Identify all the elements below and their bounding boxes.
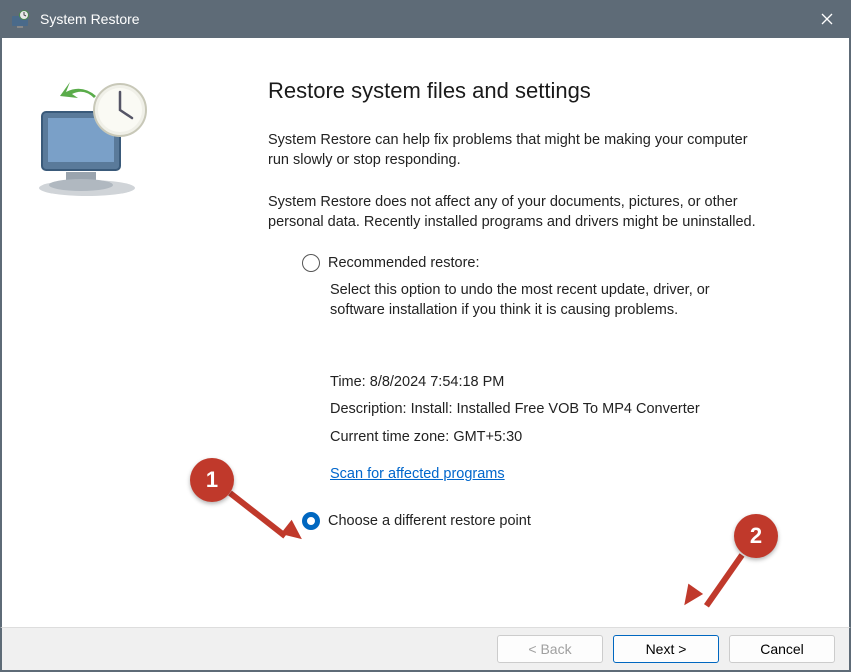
radio-choose-label: Choose a different restore point bbox=[328, 513, 531, 529]
titlebar: System Restore bbox=[0, 0, 851, 38]
radio-choose[interactable]: Choose a different restore point bbox=[302, 512, 759, 530]
radio-recommended[interactable]: Recommended restore: bbox=[302, 254, 759, 272]
window-title: System Restore bbox=[40, 11, 140, 27]
intro-2: System Restore does not affect any of yo… bbox=[268, 192, 759, 232]
restore-icon-small bbox=[10, 9, 30, 29]
meta-timezone: Current time zone: GMT+5:30 bbox=[330, 424, 759, 452]
restore-icon-large bbox=[32, 78, 162, 198]
restore-meta: Time: 8/8/2024 7:54:18 PM Description: I… bbox=[330, 369, 759, 452]
close-button[interactable] bbox=[803, 0, 851, 38]
scan-affected-link[interactable]: Scan for affected programs bbox=[330, 466, 505, 482]
sidebar bbox=[2, 38, 178, 627]
cancel-button[interactable]: Cancel bbox=[729, 635, 835, 663]
radio-choose-circle bbox=[302, 512, 320, 530]
meta-description: Description: Install: Installed Free VOB… bbox=[330, 396, 759, 424]
back-button[interactable]: < Back bbox=[497, 635, 603, 663]
radio-recommended-label: Recommended restore: bbox=[328, 255, 480, 271]
annotation-badge-1: 1 bbox=[190, 458, 234, 502]
intro-1: System Restore can help fix problems tha… bbox=[268, 130, 759, 170]
next-button[interactable]: Next > bbox=[613, 635, 719, 663]
radio-recommended-circle bbox=[302, 254, 320, 272]
content-area: Restore system files and settings System… bbox=[0, 38, 851, 628]
annotation-badge-2: 2 bbox=[734, 514, 778, 558]
page-title: Restore system files and settings bbox=[268, 78, 759, 104]
meta-time: Time: 8/8/2024 7:54:18 PM bbox=[330, 369, 759, 397]
footer: < Back Next > Cancel bbox=[0, 628, 851, 672]
radio-recommended-desc: Select this option to undo the most rece… bbox=[330, 280, 759, 321]
